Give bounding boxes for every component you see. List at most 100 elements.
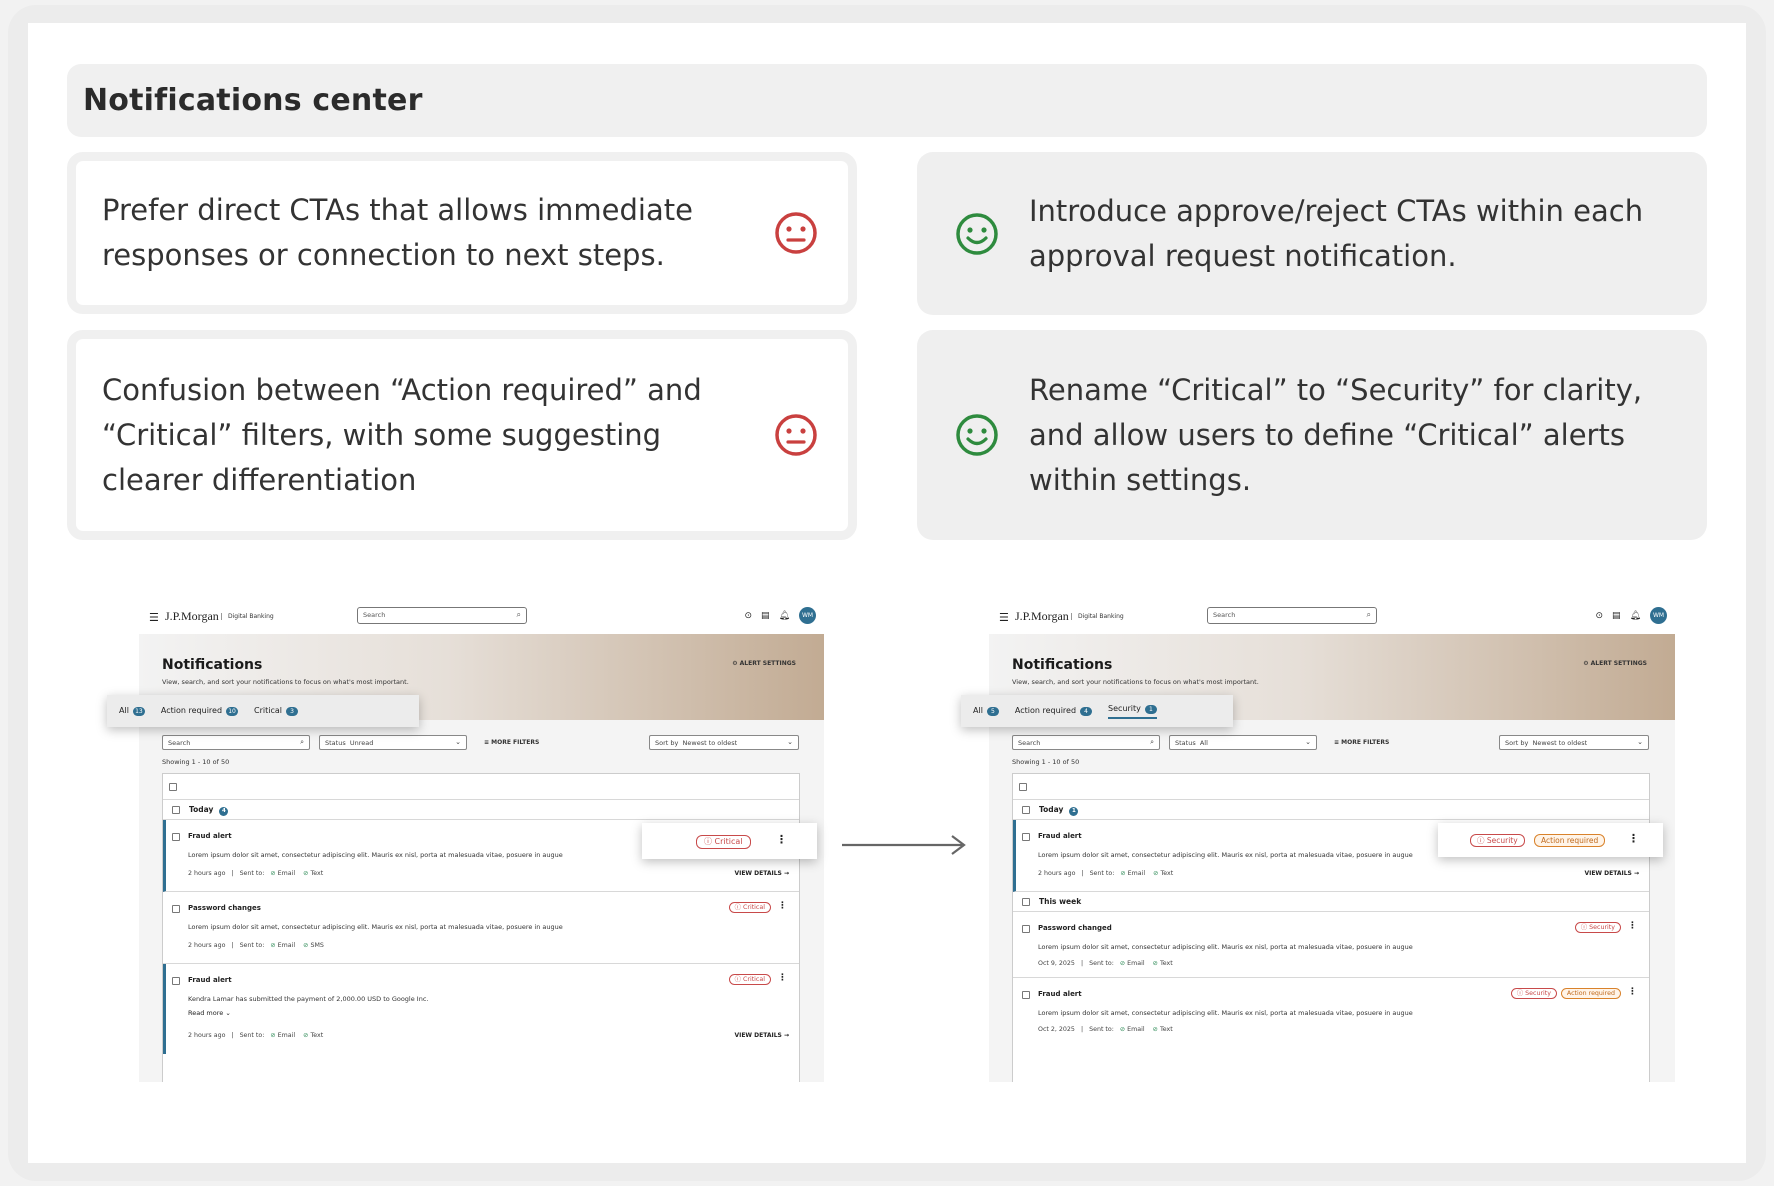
recommendation-text: Introduce approve/reject CTAs within eac… (1029, 193, 1644, 273)
page-title: Notifications (1012, 657, 1113, 673)
finding-card-2: Confusion between “Action required” and … (67, 330, 857, 540)
page-subtitle: View, search, and sort your notification… (162, 678, 409, 686)
avatar[interactable]: WM (799, 607, 816, 624)
help-icon[interactable]: ⊙ (745, 611, 753, 621)
row-checkbox[interactable] (1022, 833, 1030, 841)
more-options-icon[interactable]: ⋮ (1628, 987, 1637, 997)
group-checkbox[interactable] (172, 806, 180, 814)
status-select[interactable]: Status Unread ⌄ (319, 735, 467, 750)
brand-logo: J.P.Morgan (1015, 609, 1069, 623)
more-options-icon[interactable]: ⋮ (776, 833, 787, 846)
read-more-link[interactable]: Read more ⌄ (188, 1009, 231, 1017)
tag-callout: ⓘ Security Action required ⋮ (1438, 823, 1663, 857)
more-options-icon[interactable]: ⋮ (778, 901, 787, 911)
avatar[interactable]: WM (1650, 607, 1667, 624)
row-checkbox[interactable] (172, 905, 180, 913)
finding-card-1: Prefer direct CTAs that allows immediate… (67, 152, 857, 314)
tab-security[interactable]: Security 1 (1108, 704, 1157, 719)
menu-icon[interactable]: ☰ (149, 611, 159, 624)
tab-action-required[interactable]: Action required 4 (1015, 706, 1093, 716)
row-checkbox[interactable] (172, 977, 180, 985)
search-icon: ⌕ (1366, 610, 1371, 619)
group-checkbox[interactable] (1022, 898, 1030, 906)
page-subtitle: View, search, and sort your notification… (1012, 678, 1259, 686)
security-tag: ⓘ Security (1510, 988, 1557, 999)
search-icon: ⌕ (516, 610, 521, 619)
group-today: Today 1 (1039, 805, 1079, 816)
view-details-link[interactable]: VIEW DETAILS → (734, 870, 789, 877)
tab-action-required[interactable]: Action required 10 (161, 706, 239, 716)
recommendation-card-1: Introduce approve/reject CTAs within eac… (917, 152, 1707, 315)
row-meta: 2 hours ago | Sent to: ⊘ Email ⊘ Text (188, 870, 324, 877)
security-tag: ⓘ Security (1470, 834, 1525, 847)
showing-count: Showing 1 - 10 of 50 (1012, 758, 1080, 766)
global-search-input[interactable]: Search ⌕ (1207, 607, 1377, 624)
more-options-icon[interactable]: ⋮ (778, 973, 787, 983)
row-meta: Oct 2, 2025 | Sent to: ⊘ Email ⊘ Text (1038, 1026, 1173, 1033)
status-select[interactable]: Status All ⌄ (1169, 735, 1317, 750)
row-meta: 2 hours ago | Sent to: ⊘ Email ⊘ Text (188, 1032, 324, 1039)
notification-list: Today 4 Fraud alert Lorem ipsum dolor sit… (162, 773, 800, 1082)
list-item[interactable]: Fraud alert ⓘ Security Action required ⋮… (1013, 978, 1649, 1044)
smiley-face-icon (956, 414, 998, 456)
view-details-link[interactable]: VIEW DETAILS → (734, 1032, 789, 1039)
page-title: Notifications (162, 657, 263, 673)
menu-icon[interactable]: ☰ (999, 611, 1009, 624)
row-title: Fraud alert (1038, 990, 1082, 998)
documents-icon[interactable]: ▤ (761, 611, 770, 621)
row-title: Fraud alert (1038, 832, 1082, 840)
filter-search-input[interactable]: Search ⌕ (162, 735, 310, 750)
view-details-link[interactable]: VIEW DETAILS → (1584, 870, 1639, 877)
documents-icon[interactable]: ▤ (1612, 611, 1621, 621)
group-checkbox[interactable] (1022, 806, 1030, 814)
neutral-face-icon (775, 414, 817, 456)
sort-select[interactable]: Sort by Newest to oldest ⌄ (1499, 735, 1649, 750)
row-title: Password changes (188, 904, 261, 912)
showing-count: Showing 1 - 10 of 50 (162, 758, 230, 766)
help-icon[interactable]: ⊙ (1596, 611, 1604, 621)
action-required-tag: Action required (1560, 988, 1621, 999)
row-title: Fraud alert (188, 832, 232, 840)
notification-list: Today 1 Fraud alert Lorem ipsum dolor sit… (1012, 773, 1650, 1082)
more-filters-button[interactable]: ≡ MORE FILTERS (484, 739, 539, 746)
search-icon: ⌕ (1150, 738, 1154, 746)
bell-icon[interactable]: 🔔︎ (1630, 611, 1641, 621)
bell-icon[interactable]: 🔔︎ (779, 611, 790, 621)
brand-sub: Digital Banking (221, 613, 274, 620)
row-description: Lorem ipsum dolor sit amet, consectetur … (1038, 943, 1413, 951)
group-today: Today 4 (189, 805, 229, 816)
list-item[interactable]: Fraud alert ⓘ Critical ⋮ Kendra Lamar ha… (163, 964, 799, 1054)
row-meta: Oct 9, 2025 | Sent to: ⊘ Email ⊘ Text (1038, 960, 1173, 967)
brand-logo: J.P.Morgan (165, 609, 219, 623)
filter-search-input[interactable]: Search ⌕ (1012, 735, 1160, 750)
filter-tabs: All 5 Action required 4 Security 1 (961, 695, 1233, 727)
neutral-face-icon (775, 212, 817, 254)
content-area: Search ⌕ Status All ⌄ ≡ MORE FILTERS Sort … (989, 720, 1675, 1082)
critical-tag: ⓘ Critical (728, 902, 771, 913)
arrow-right-icon (842, 835, 966, 855)
row-description: Lorem ipsum dolor sit amet, consectetur … (1038, 1009, 1413, 1017)
select-all-checkbox[interactable] (1019, 783, 1027, 791)
select-all-checkbox[interactable] (169, 783, 177, 791)
tab-critical[interactable]: Critical 3 (254, 706, 299, 716)
row-description: Lorem ipsum dolor sit amet, consectetur … (1038, 851, 1413, 859)
tab-all[interactable]: All 13 (119, 706, 145, 716)
alert-settings-button[interactable]: ⚙ ALERT SETTINGS (732, 660, 796, 667)
group-header: Today 1 (1013, 800, 1649, 820)
row-checkbox[interactable] (172, 833, 180, 841)
more-options-icon[interactable]: ⋮ (1628, 921, 1637, 931)
alert-settings-button[interactable]: ⚙ ALERT SETTINGS (1583, 660, 1647, 667)
tab-all[interactable]: All 5 (973, 706, 999, 716)
list-item[interactable]: Password changes ⓘ Critical ⋮ Lorem ipsu… (163, 892, 799, 964)
row-checkbox[interactable] (1022, 991, 1030, 999)
sort-select[interactable]: Sort by Newest to oldest ⌄ (649, 735, 799, 750)
more-filters-button[interactable]: ≡ MORE FILTERS (1334, 739, 1389, 746)
filter-tabs: All 13 Action required 10 Critical 3 (107, 695, 419, 727)
global-search-input[interactable]: Search ⌕ (357, 607, 527, 624)
select-all-row (1013, 774, 1649, 800)
row-checkbox[interactable] (1022, 925, 1030, 933)
list-item[interactable]: Password changed ⓘ Security ⋮ Lorem ipsu… (1013, 912, 1649, 978)
nav-icons: ⊙ ▤ 🔔︎ WM (745, 607, 816, 624)
more-options-icon[interactable]: ⋮ (1628, 832, 1639, 845)
chevron-down-icon: ⌄ (455, 738, 461, 746)
